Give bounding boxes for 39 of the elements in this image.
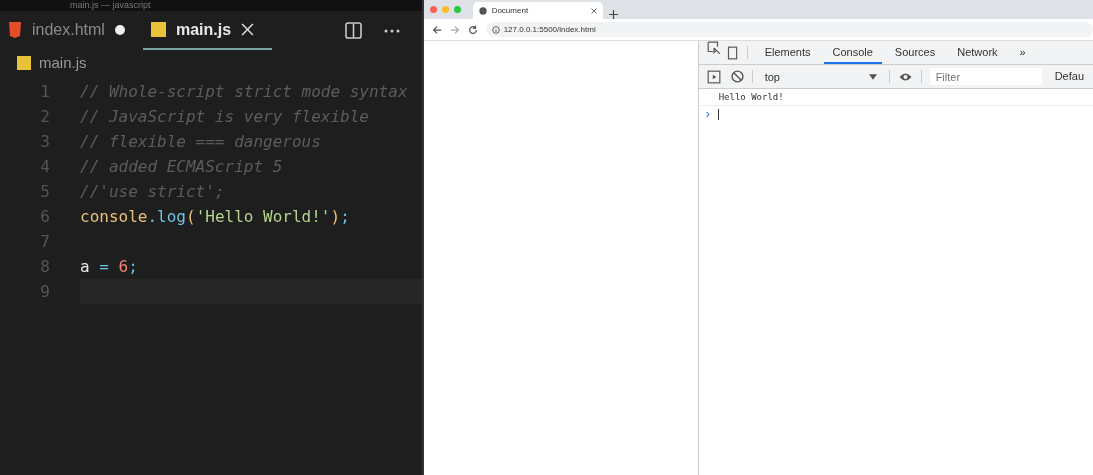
split-editor-icon[interactable] bbox=[344, 22, 362, 39]
sidebar-icon[interactable] bbox=[706, 69, 721, 84]
code-line: a = 6; bbox=[80, 257, 138, 276]
log-levels-button[interactable]: Defau bbox=[1045, 65, 1093, 88]
devtools-tab[interactable]: Elements bbox=[755, 41, 820, 64]
close-icon[interactable] bbox=[590, 7, 597, 14]
tab-title: Document bbox=[491, 6, 530, 15]
console-output: Hello World! bbox=[718, 92, 784, 102]
editor-tab[interactable]: index.html bbox=[0, 11, 143, 50]
breadcrumb[interactable]: main.js bbox=[39, 54, 87, 71]
context-select[interactable]: top bbox=[760, 65, 881, 88]
dropdown-caret-icon bbox=[868, 73, 877, 80]
devtools-tab[interactable]: Network bbox=[948, 41, 1007, 64]
js-file-icon bbox=[17, 55, 31, 70]
more-tabs-button[interactable]: » bbox=[1010, 41, 1035, 64]
code-line: //'use strict'; bbox=[80, 182, 225, 201]
globe-icon bbox=[478, 6, 487, 15]
inspect-icon[interactable] bbox=[706, 41, 721, 55]
info-icon bbox=[491, 25, 500, 34]
editor-tab[interactable]: main.js bbox=[142, 11, 273, 50]
address-bar[interactable]: 127.0.0.1:5500/index.html bbox=[485, 22, 1093, 37]
code-line: // JavaScript is very flexible bbox=[80, 107, 369, 126]
more-icon[interactable] bbox=[383, 28, 400, 33]
back-icon[interactable] bbox=[431, 24, 442, 35]
code-line: console.log('Hello World!'); bbox=[80, 207, 350, 226]
code-line: // Whole-script strict mode syntax bbox=[80, 82, 408, 101]
prompt-caret: › bbox=[705, 107, 710, 121]
unsaved-dot-icon bbox=[114, 24, 125, 35]
browser-tab[interactable]: Document bbox=[472, 2, 603, 19]
html5-icon bbox=[8, 21, 22, 38]
reload-icon[interactable] bbox=[467, 24, 478, 35]
code-line: // added ECMAScript 5 bbox=[80, 157, 283, 176]
js-file-icon bbox=[150, 22, 166, 37]
clear-icon[interactable] bbox=[730, 69, 744, 83]
window-title: main.js — javascript bbox=[0, 0, 422, 11]
new-tab-icon[interactable] bbox=[608, 10, 618, 19]
filter-field[interactable]: Filter bbox=[929, 68, 1042, 85]
devtools-tab[interactable]: Sources bbox=[885, 41, 945, 64]
code-line: // flexible === dangerous bbox=[80, 132, 321, 151]
